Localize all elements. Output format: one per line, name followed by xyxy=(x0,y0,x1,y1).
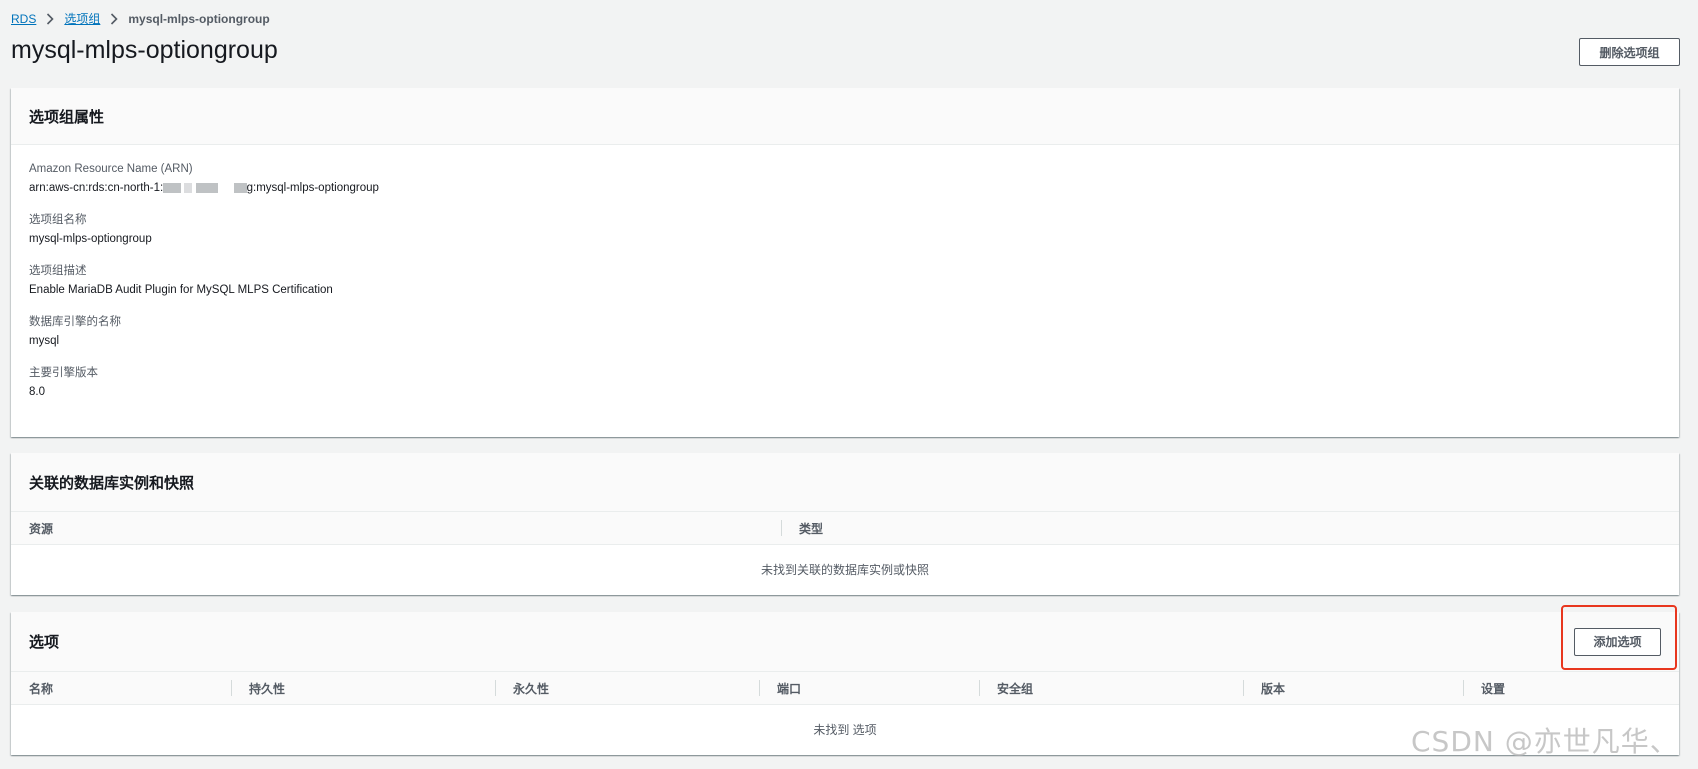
watermark: CSDN @亦世凡华、 xyxy=(1411,725,1679,758)
arn-value: arn:aws-cn:rds:cn-north-1: g:mysql-mlps-… xyxy=(29,179,1661,198)
column-header-permanent[interactable]: 永久性 xyxy=(495,672,759,704)
engine-version-label: 主要引擎版本 xyxy=(29,367,98,379)
panel-title: 关联的数据库实例和快照 xyxy=(29,474,195,492)
column-header-name[interactable]: 名称 xyxy=(11,672,231,704)
delete-option-group-button[interactable]: 删除选项组 xyxy=(1579,38,1680,66)
column-header-version[interactable]: 版本 xyxy=(1243,672,1463,704)
arn-suffix: g:mysql-mlps-optiongroup xyxy=(246,182,379,194)
redacted-block xyxy=(163,182,182,193)
empty-state: 未找到关联的数据库实例或快照 xyxy=(760,563,929,577)
add-option-button[interactable]: 添加选项 xyxy=(1574,627,1661,656)
column-header-resource[interactable]: 资源 xyxy=(11,512,781,544)
column-header-persistent[interactable]: 持久性 xyxy=(231,672,495,704)
column-header-type[interactable]: 类型 xyxy=(781,512,1679,544)
engine-version-property: 主要引擎版本 8.0 xyxy=(29,366,1661,402)
redacted-block xyxy=(233,182,247,193)
engine-value: mysql xyxy=(29,335,60,347)
panel-header: 关联的数据库实例和快照 xyxy=(11,453,1679,512)
column-header-settings[interactable]: 设置 xyxy=(1463,672,1679,704)
engine-version-value: 8.0 xyxy=(29,386,45,398)
engine-property: 数据库引擎的名称 mysql xyxy=(29,315,1661,351)
arn-label: Amazon Resource Name (ARN) xyxy=(29,163,193,175)
chevron-right-icon xyxy=(110,12,118,25)
panel-header: 选项组属性 xyxy=(11,88,1679,145)
page-title: mysql-mlps-optiongroup xyxy=(11,36,278,64)
column-header-port[interactable]: 端口 xyxy=(759,672,979,704)
panel-title: 选项 xyxy=(29,634,60,651)
panel-title: 选项组属性 xyxy=(29,108,105,126)
description-value: Enable MariaDB Audit Plugin for MySQL ML… xyxy=(29,284,333,296)
redacted-block xyxy=(195,182,218,193)
option-group-properties-panel: 选项组属性 Amazon Resource Name (ARN) arn:aws… xyxy=(11,88,1679,437)
description-label: 选项组描述 xyxy=(29,265,87,277)
column-header-security-groups[interactable]: 安全组 xyxy=(979,672,1243,704)
breadcrumb: RDS 选项组 mysql-mlps-optiongroup xyxy=(11,10,270,27)
breadcrumb-link-rds[interactable]: RDS xyxy=(11,12,36,26)
arn-prefix: arn:aws-cn:rds:cn-north-1: xyxy=(29,182,164,194)
description-property: 选项组描述 Enable MariaDB Audit Plugin for My… xyxy=(29,264,1661,300)
name-property: 选项组名称 mysql-mlps-optiongroup xyxy=(29,213,1661,249)
breadcrumb-link-option-groups[interactable]: 选项组 xyxy=(64,10,100,27)
breadcrumb-current: mysql-mlps-optiongroup xyxy=(128,11,270,26)
chevron-right-icon xyxy=(46,12,54,25)
engine-label: 数据库引擎的名称 xyxy=(29,316,121,328)
name-value: mysql-mlps-optiongroup xyxy=(29,233,152,245)
table-header: 名称 持久性 永久性 端口 安全组 版本 设置 xyxy=(11,672,1679,705)
redacted-block xyxy=(184,182,193,193)
arn-property: Amazon Resource Name (ARN) arn:aws-cn:rd… xyxy=(29,162,1661,198)
panel-header: 选项 添加选项 xyxy=(11,612,1679,672)
name-label: 选项组名称 xyxy=(29,214,87,226)
associated-instances-panel: 关联的数据库实例和快照 资源 类型 未找到关联的数据库实例或快照 xyxy=(11,453,1679,595)
table-header: 资源 类型 xyxy=(11,512,1679,545)
